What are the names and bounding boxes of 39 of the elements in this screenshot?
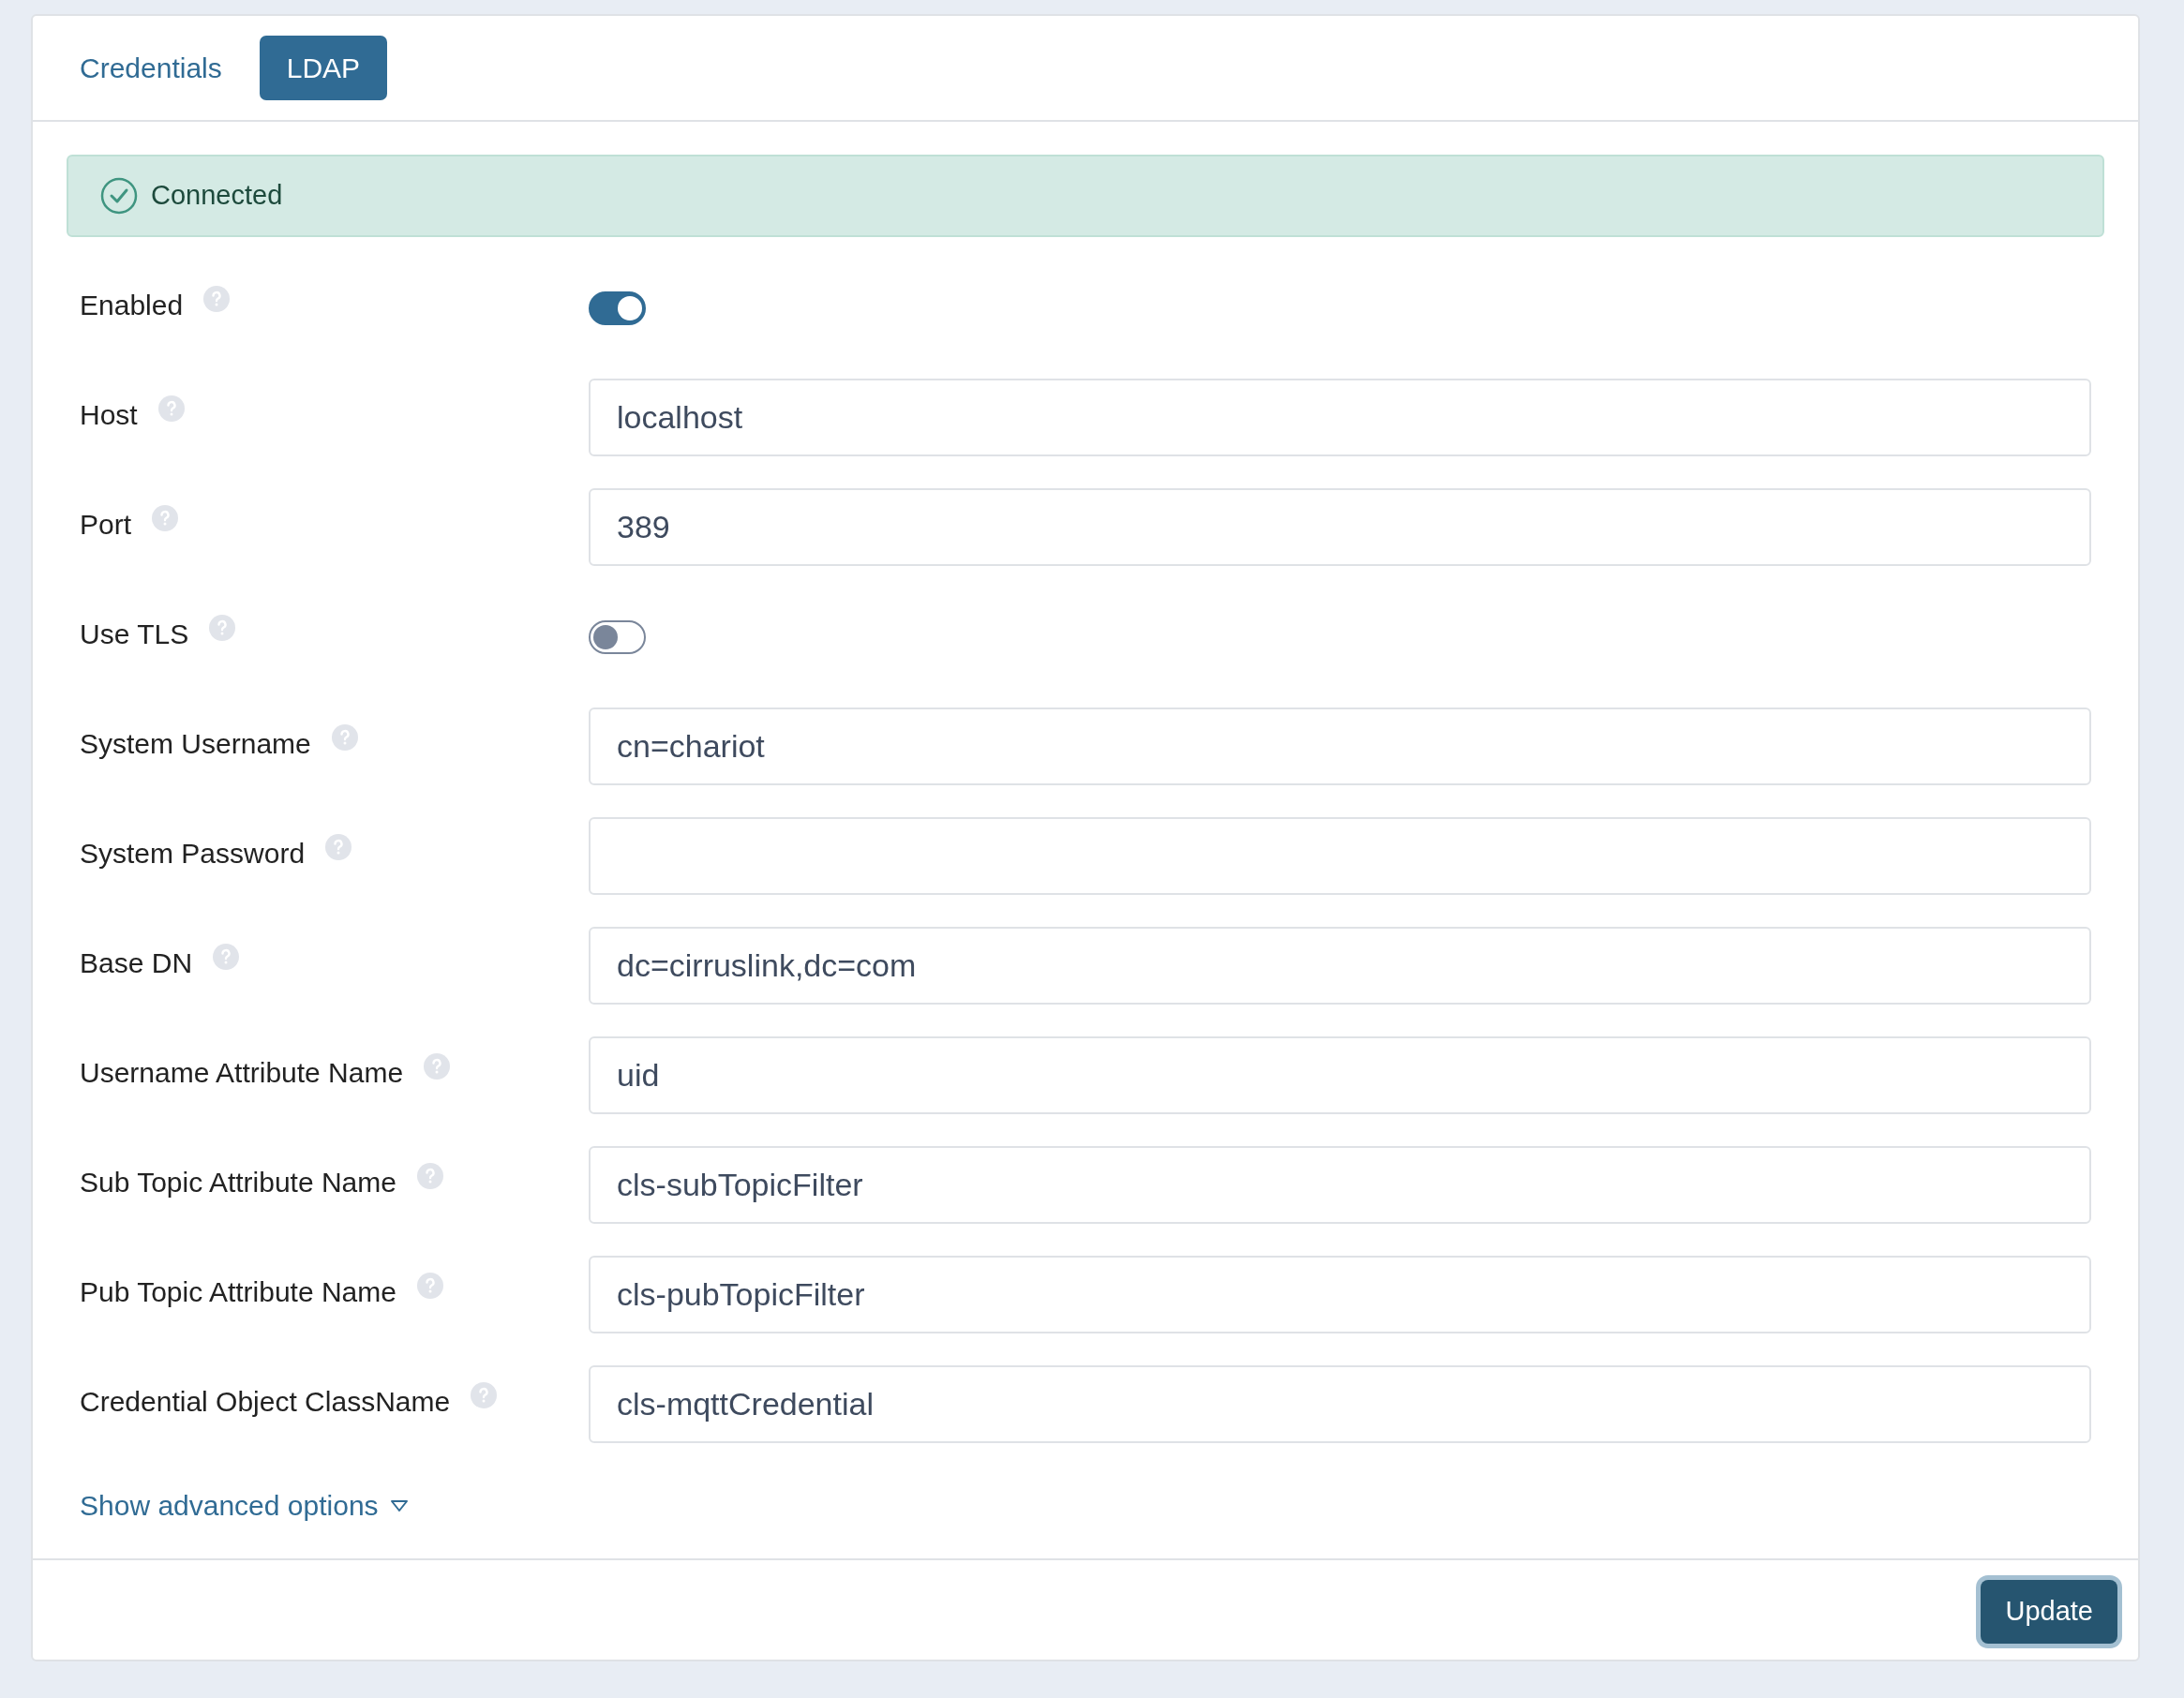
field-label: Port: [80, 508, 132, 542]
input-field[interactable]: cls-mqttCredential: [589, 1365, 2091, 1443]
field-label: Pub Topic Attribute Name: [80, 1275, 396, 1309]
password-field[interactable]: [589, 817, 2091, 895]
advanced-options-link[interactable]: Show advanced options: [80, 1484, 409, 1527]
help-icon[interactable]: [424, 1053, 451, 1080]
help-icon[interactable]: [416, 1273, 443, 1299]
status-text: Connected: [151, 179, 283, 213]
field-label: System Password: [80, 837, 306, 871]
field-label: Credential Object ClassName: [80, 1385, 451, 1419]
check-circle-icon: [100, 177, 138, 215]
help-icon[interactable]: [213, 944, 240, 970]
help-icon[interactable]: [331, 724, 358, 751]
field-label: Use TLS: [80, 618, 189, 651]
help-icon[interactable]: [471, 1382, 498, 1408]
help-icon[interactable]: [157, 395, 185, 422]
field-label: Username Attribute Name: [80, 1056, 404, 1090]
field-label: System Username: [80, 727, 311, 761]
input-field[interactable]: localhost: [589, 379, 2091, 456]
help-icon[interactable]: [416, 1163, 443, 1189]
field-label: Base DN: [80, 946, 193, 980]
field-label: Sub Topic Attribute Name: [80, 1166, 396, 1199]
help-icon[interactable]: [152, 505, 179, 531]
caret-down-icon: [389, 1498, 409, 1512]
input-field[interactable]: uid: [589, 1036, 2091, 1114]
help-icon[interactable]: [209, 615, 236, 641]
field-label: Host: [80, 398, 138, 432]
input-field[interactable]: cls-subTopicFilter: [589, 1146, 2091, 1224]
input-field[interactable]: cn=chariot: [589, 708, 2091, 785]
field-label: Enabled: [80, 289, 184, 322]
toggle-switch[interactable]: [589, 620, 646, 654]
input-field[interactable]: cls-pubTopicFilter: [589, 1256, 2091, 1333]
input-field[interactable]: dc=cirruslink,dc=com: [589, 927, 2091, 1005]
tab[interactable]: Credentials: [67, 36, 235, 100]
help-icon[interactable]: [203, 286, 231, 312]
help-icon[interactable]: [325, 834, 352, 860]
tab[interactable]: LDAP: [259, 36, 388, 100]
toggle-switch[interactable]: [589, 291, 646, 325]
input-field[interactable]: 389: [589, 488, 2091, 566]
